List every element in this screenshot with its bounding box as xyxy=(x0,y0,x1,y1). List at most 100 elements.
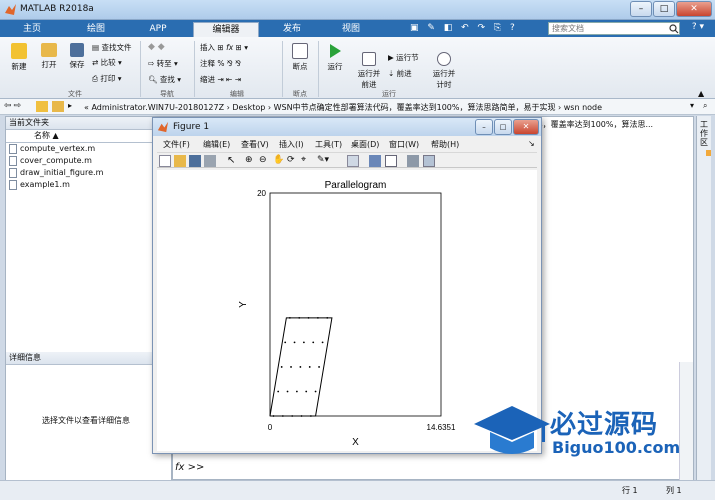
comment-button[interactable]: 注释 % ⅋ ⅋ xyxy=(200,58,241,69)
nav-back-forward-buttons[interactable]: ⇦⇨ xyxy=(4,101,23,111)
nav-arrows[interactable]: ◆ ◆ xyxy=(148,42,165,52)
find-button[interactable]: 🔍︎ 查找 ▾ xyxy=(148,74,181,85)
run-button[interactable]: 运行 xyxy=(322,43,348,72)
show-tools-icon[interactable] xyxy=(423,155,435,167)
graduation-cap-logo xyxy=(474,406,550,454)
open-file-icon[interactable] xyxy=(174,155,186,167)
pointer-icon[interactable]: ↖ xyxy=(227,155,239,167)
file-item[interactable]: draw_initial_figure.m xyxy=(6,167,171,179)
sensor-node-point xyxy=(299,366,302,368)
details-header[interactable]: 详细信息 xyxy=(6,352,171,365)
dock-arrow-icon[interactable]: ↘ xyxy=(528,139,535,148)
address-dropdown-icon[interactable]: ▸ xyxy=(68,101,72,110)
browse-folder-icon[interactable] xyxy=(52,101,64,112)
search-icon[interactable] xyxy=(669,24,679,34)
name-column-header[interactable]: 名称 ▲ xyxy=(6,130,171,143)
link-plot-icon[interactable] xyxy=(347,155,359,167)
menu-insert[interactable]: 插入(I) xyxy=(279,139,304,150)
column-indicator: 列 1 xyxy=(666,485,682,496)
compare-button[interactable]: ⇄ 比较 ▾ xyxy=(92,57,122,68)
insert-button[interactable]: 插入 ⊞ fx ⊞ ▾ xyxy=(200,42,248,53)
quick-access-toolbar[interactable]: ▣ ✎ ◧ ↶ ↷ ⎘ ? xyxy=(410,23,518,33)
help-button[interactable]: ? ▾ xyxy=(685,22,711,35)
data-cursor-icon[interactable]: ⌖ xyxy=(301,155,313,167)
save-figure-icon[interactable] xyxy=(189,155,201,167)
sensor-node-point xyxy=(312,341,315,344)
print-button[interactable]: ⎙ 打印 ▾ xyxy=(92,73,122,84)
save-button[interactable]: 保存 xyxy=(64,43,90,70)
menu-edit[interactable]: 编辑(E) xyxy=(203,139,230,150)
menu-window[interactable]: 窗口(W) xyxy=(389,139,419,150)
find-label: 查找 xyxy=(159,75,175,84)
goto-button[interactable]: ⇨ 转至 ▾ xyxy=(148,58,178,69)
tab-plots[interactable]: 绘图 xyxy=(70,22,122,37)
tab-publish[interactable]: 发布 xyxy=(266,22,318,37)
line-value: 1 xyxy=(632,486,638,495)
advance-button[interactable]: ⇣ 前进 xyxy=(388,68,412,79)
print-label: 打印 xyxy=(100,74,116,83)
command-prompt[interactable]: fx >> xyxy=(175,462,204,473)
run-section-button[interactable]: ▶ 运行节 xyxy=(388,52,419,63)
advance-label: 前进 xyxy=(396,69,412,78)
sensor-node-point xyxy=(300,415,303,417)
new-figure-icon[interactable] xyxy=(159,155,171,167)
maximize-button[interactable]: □ xyxy=(653,1,675,17)
sensor-node-point xyxy=(321,341,324,344)
tab-editor[interactable]: 编辑器 xyxy=(193,22,259,37)
comment-label: 注释 xyxy=(200,59,215,68)
rotate-icon[interactable]: ⟳ xyxy=(287,155,299,167)
run-section-label: 运行节 xyxy=(396,53,419,62)
menu-view[interactable]: 查看(V) xyxy=(241,139,269,150)
zoom-out-icon[interactable]: ⊖ xyxy=(259,155,271,167)
figure-close-button[interactable]: ✕ xyxy=(513,119,539,135)
up-folder-icon[interactable] xyxy=(36,101,48,112)
run-advance-label: 运行并 前进 xyxy=(357,69,381,89)
save-disk-icon xyxy=(70,43,84,57)
menu-help[interactable]: 帮助(H) xyxy=(431,139,459,150)
tab-home[interactable]: 主页 xyxy=(6,22,58,37)
figure-minimize-button[interactable]: – xyxy=(475,119,493,135)
open-button[interactable]: 打开 xyxy=(36,43,62,70)
colorbar-icon[interactable] xyxy=(369,155,381,167)
find-files-button[interactable]: ▤ 查找文件 xyxy=(92,42,131,53)
collapse-ribbon-icon[interactable]: ▲ xyxy=(698,89,704,98)
insert-label: 插入 xyxy=(200,43,215,52)
tab-view[interactable]: 视图 xyxy=(325,22,377,37)
file-item[interactable]: example1.m xyxy=(6,179,171,191)
group-label-run: 运行 xyxy=(382,90,396,98)
current-folder-panel: 当前文件夹 名称 ▲ compute_vertex.m cover_comput… xyxy=(5,116,172,496)
workspace-label[interactable]: 工作区 xyxy=(700,120,709,147)
file-item[interactable]: compute_vertex.m xyxy=(6,143,171,155)
indent-button[interactable]: 缩进 ⇥ ⇤ ⇥ xyxy=(200,74,241,85)
save-label: 保存 xyxy=(69,60,85,69)
path-fragment: %，覆盖率达到100%，算法思... xyxy=(535,120,654,129)
pan-icon[interactable]: ✋ xyxy=(273,155,285,167)
run-time-button[interactable]: 运行并 计时 xyxy=(428,43,460,99)
legend-icon[interactable] xyxy=(385,155,397,167)
print-figure-icon[interactable] xyxy=(204,155,216,167)
sensor-node-point xyxy=(295,390,298,393)
fx-label: fx xyxy=(226,43,234,52)
menu-desktop[interactable]: 桌面(D) xyxy=(351,139,379,150)
editor-ribbon: 新建 打开 保存 ▤ 查找文件 ⇄ 比较 ▾ ⎙ 打印 ▾ 文件 ◆ ◆ ⇨ 转… xyxy=(0,37,715,99)
search-input[interactable]: 搜索文档 xyxy=(548,22,680,35)
folder-path[interactable]: « Administrator.WIN7U-20180127Z › Deskto… xyxy=(84,102,602,113)
hide-tools-icon[interactable] xyxy=(407,155,419,167)
address-dropdown-icon[interactable]: ▾ xyxy=(690,101,694,110)
sensor-node-point xyxy=(290,366,292,368)
menu-tools[interactable]: 工具(T) xyxy=(315,139,342,150)
m-file-icon xyxy=(9,144,17,154)
zoom-in-icon[interactable]: ⊕ xyxy=(245,155,257,167)
figure-maximize-button[interactable]: □ xyxy=(494,119,512,135)
breakpoints-button[interactable]: 断点 xyxy=(288,43,312,72)
sensor-node-point xyxy=(272,415,275,417)
search-folder-icon[interactable]: ⌕ xyxy=(703,101,707,111)
workspace-marker xyxy=(706,150,711,156)
file-item[interactable]: cover_compute.m xyxy=(6,155,171,167)
brush-icon[interactable]: ✎▾ xyxy=(317,155,337,167)
minimize-button[interactable]: – xyxy=(630,1,652,17)
new-button[interactable]: 新建 xyxy=(6,43,32,72)
close-button[interactable]: ✕ xyxy=(676,1,712,17)
menu-file[interactable]: 文件(F) xyxy=(163,139,190,150)
tab-apps[interactable]: APP xyxy=(132,22,184,37)
